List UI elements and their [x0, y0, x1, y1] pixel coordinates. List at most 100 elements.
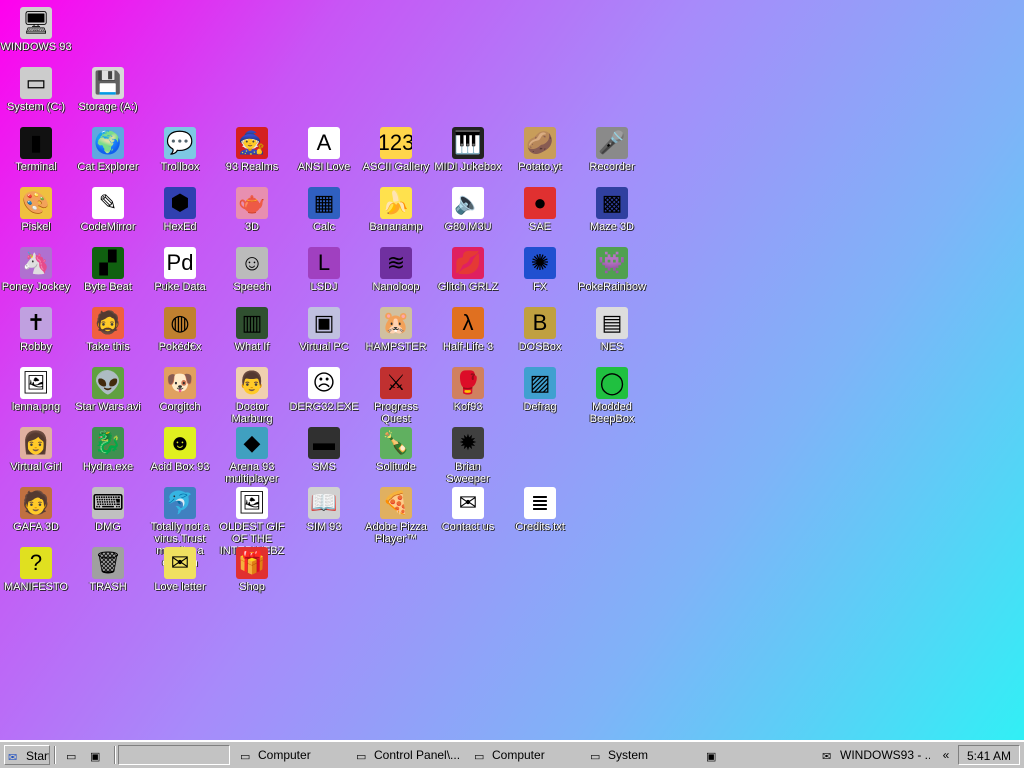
desktop-icon-lsdj[interactable]: L LSDJ [288, 244, 360, 304]
taskbar-separator [114, 746, 116, 764]
desktop-icon-adobe-pizza[interactable]: 🍕 Adobe Pizza Player™ [360, 484, 432, 545]
desktop-icon-gafa-3d[interactable]: 🧑 GAFA 3D [0, 484, 72, 544]
desktop-icon-hexed[interactable]: ⬢ HexEd [144, 184, 216, 244]
desktop-icon-cat-explorer[interactable]: 🌍 Cat Explorer [72, 124, 144, 184]
desktop-icon-recorder[interactable]: 🎤 Recorder [576, 124, 648, 184]
desktop-icon-take-this[interactable]: 🧔 Take this [72, 304, 144, 364]
system-tray-clock[interactable]: 5:41 AM [958, 745, 1020, 765]
desktop-icon-shop[interactable]: 🎁 Shop [216, 544, 288, 604]
desktop-icon-solitude[interactable]: 🍾 Solitude [360, 424, 432, 484]
desktop-icon-system-c[interactable]: ▭ System (C:) [0, 64, 72, 124]
desktop-icon-sae[interactable]: ● SAE [504, 184, 576, 244]
desktop-icon-half-life-3[interactable]: λ Half-Life 3 [432, 304, 504, 364]
tray-expand-button[interactable]: « [938, 745, 954, 765]
desktop-icon-3d[interactable]: 🫖 3D [216, 184, 288, 244]
desktop-icon-lenna-png[interactable]: 🖼 lenna.png [0, 364, 72, 424]
desktop-icon-label: Modded BeepBox [589, 401, 635, 425]
desktop-icon-label: Recorder [589, 161, 635, 173]
task-button-control-panel[interactable]: ▭ Control Panel\... [352, 745, 464, 765]
desktop-icon-nanoloop[interactable]: ≋ Nanoloop [360, 244, 432, 304]
desktop-icon-windows93[interactable]: 🖥 WINDOWS 93 [0, 4, 72, 64]
task-button-computer-2[interactable]: ▭ Computer [470, 745, 580, 765]
quicklaunch-computer[interactable]: ▣ [90, 745, 110, 765]
desktop-icon-love-letter[interactable]: ✉ Love letter [144, 544, 216, 604]
desktop-icon-what-if[interactable]: ▥ What If [216, 304, 288, 364]
desktop-icon-bananamp[interactable]: 🍌 Bananamp [360, 184, 432, 244]
address-box[interactable] [118, 745, 230, 765]
desktop-icon-arena-93[interactable]: ◆ Arena 93 multiplayer [216, 424, 288, 485]
task-button-blank[interactable]: ▣ [702, 745, 812, 765]
desktop-icon-defrag[interactable]: ▨ Defrag [504, 364, 576, 424]
desktop-icon-potato-yt[interactable]: 🥔 Potato.yt [504, 124, 576, 184]
task-button-system[interactable]: ▭ System [586, 745, 696, 765]
desktop-icon-trash[interactable]: 🗑 TRASH [72, 544, 144, 604]
desktop-icon-ansi-love[interactable]: A ANSI Love [288, 124, 360, 184]
desktop-icon-sms[interactable]: ▬ SMS [288, 424, 360, 484]
desktop-icon-label: Hydra.exe [82, 461, 134, 473]
desktop-icon-hampster[interactable]: 🐹 HAMPSTER [360, 304, 432, 364]
desktop-icon-label: Cat Explorer [77, 161, 139, 173]
fx-icon: ✺ [524, 247, 556, 279]
desktop-icon-glitch-grlz[interactable]: 💋 Glitch GRLZ [432, 244, 504, 304]
desktop-icon-maze-3d[interactable]: ▩ Maze 3D [576, 184, 648, 244]
desktop-icon-contact-us[interactable]: ✉ Contact us [432, 484, 504, 544]
desktop-icon-label: Solitude [376, 461, 416, 473]
desktop-icon-93-realms[interactable]: 🧙 93 Realms [216, 124, 288, 184]
codemirror-icon: ✎ [92, 187, 124, 219]
desktop-icon-byte-beat[interactable]: ▞ Byte Beat [72, 244, 144, 304]
desktop-icon-star-wars[interactable]: 👽 Star Wars.avi [72, 364, 144, 424]
desktop-icon-acid-box-93[interactable]: ☻ Acid Box 93 [144, 424, 216, 484]
desktop-icon-credits[interactable]: ≣ Credits.txt [504, 484, 576, 544]
desktop-icon-derg32[interactable]: ☹ DERG32.EXE [288, 364, 360, 424]
desktop-icon-calc[interactable]: ▦ Calc [288, 184, 360, 244]
taskbar: ✉ Start ▭ ▣ ▭ Computer ▭ Control Panel\... … [0, 740, 1024, 768]
desktop-icon-hydra[interactable]: 🐉 Hydra.exe [72, 424, 144, 484]
piskel-icon: 🎨 [20, 187, 52, 219]
desktop-icon-fx[interactable]: ✺ FX [504, 244, 576, 304]
desktop-icon-dosbox[interactable]: B DOSBox [504, 304, 576, 364]
bananamp-icon: 🍌 [380, 187, 412, 219]
start-button[interactable]: ✉ Start [4, 745, 50, 765]
task-button-computer-1[interactable]: ▭ Computer [236, 745, 346, 765]
3d-icon: 🫖 [236, 187, 268, 219]
desktop-icon-brian-sweeper[interactable]: ✹ Brian Sweeper [432, 424, 504, 485]
desktop-icon-poney-jockey[interactable]: 🦄 Poney Jockey [0, 244, 72, 304]
desktop-icon-corgitch[interactable]: 🐶 Corgitch [144, 364, 216, 424]
desktop-icon-storage-a[interactable]: 💾 Storage (A:) [72, 64, 144, 124]
desktop-icon-dmg[interactable]: ⌨ DMG [72, 484, 144, 544]
task-button-windows93[interactable]: ✉ WINDOWS93 - ... [818, 745, 930, 765]
desktop-icon-terminal[interactable]: ▮ Terminal [0, 124, 72, 184]
desktop-icon-codemirror[interactable]: ✎ CodeMirror [72, 184, 144, 244]
desktop-icon-ascii-gallery[interactable]: 123 ASCII Gallery [360, 124, 432, 184]
desktop-icon-sim93[interactable]: 📖 SIM 93 [288, 484, 360, 544]
desktop[interactable]: 🖥 WINDOWS 93 ▭ System (C:) 💾 Storage (A:) ▮ Ter… [0, 0, 1024, 740]
desktop-icon-nes[interactable]: ▤ NES [576, 304, 648, 364]
maze-3d-icon: ▩ [596, 187, 628, 219]
quicklaunch-explorer[interactable]: ▭ [66, 745, 86, 765]
desktop-icon-midi-jukebox[interactable]: 🎹 MIDI Jukebox [432, 124, 504, 184]
desktop-icon-g80-m3u[interactable]: 🔈 G80.M3U [432, 184, 504, 244]
desktop-icon-progress-quest[interactable]: ⚔ Progress Quest [360, 364, 432, 425]
desktop-icon-robby[interactable]: ✝ Robby [0, 304, 72, 364]
hexed-icon: ⬢ [164, 187, 196, 219]
byte-beat-icon: ▞ [92, 247, 124, 279]
desktop-icon-pokerainbow[interactable]: 👾 PokeRainbow [576, 244, 648, 304]
desktop-icon-trollbox[interactable]: 💬 Trollbox [144, 124, 216, 184]
desktop-icon-pokedex[interactable]: ◍ Pokéd€x [144, 304, 216, 364]
desktop-icon-oldest-gif[interactable]: 🖼OLDEST GIF OF THE INTERWEBZ [216, 484, 288, 557]
desktop-icon-label: 93 Realms [225, 161, 279, 173]
desktop-icon-modded-beepbox[interactable]: ◯ Modded BeepBox [576, 364, 648, 425]
desktop-icon-doctor-marburg[interactable]: 👨 Doctor Marburg [216, 364, 288, 425]
desktop-icon-puke-data[interactable]: Pd Puke Data [144, 244, 216, 304]
desktop-icon-virtual-pc[interactable]: ▣ Virtual PC [288, 304, 360, 364]
calc-icon: ▦ [308, 187, 340, 219]
desktop-icon-label: Nanoloop [372, 281, 420, 293]
desktop-icon-kof93[interactable]: 🥊 Kof93 [432, 364, 504, 424]
kof93-icon: 🥊 [452, 367, 484, 399]
desktop-icon-not-a-virus[interactable]: 🐬Totally not a virus.Trust me...i'm a do… [144, 484, 216, 569]
desktop-icon-manifesto[interactable]: ? MANIFESTO [0, 544, 72, 604]
desktop-icon-virtual-girl[interactable]: 👩 Virtual Girl [0, 424, 72, 484]
desktop-icon-speech[interactable]: ☺ Speech [216, 244, 288, 304]
dosbox-icon: B [524, 307, 556, 339]
desktop-icon-piskel[interactable]: 🎨 Piskel [0, 184, 72, 244]
